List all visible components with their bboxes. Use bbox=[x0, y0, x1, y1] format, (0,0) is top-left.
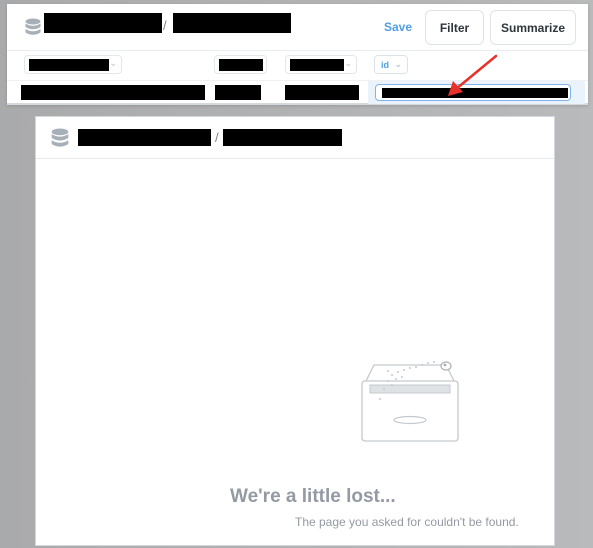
query-header: / Save Filter Summarize bbox=[7, 4, 588, 51]
save-button[interactable]: Save bbox=[384, 20, 412, 34]
error-message: The page you asked for couldn't be found… bbox=[295, 515, 519, 529]
database-icon bbox=[51, 128, 69, 147]
cell-redacted[interactable] bbox=[215, 85, 261, 100]
database-icon bbox=[25, 18, 41, 35]
empty-box-illustration bbox=[361, 361, 459, 442]
summarize-button[interactable]: Summarize bbox=[490, 10, 576, 45]
breadcrumb-separator: / bbox=[215, 130, 219, 145]
breadcrumb-separator: / bbox=[163, 18, 167, 33]
breadcrumb-table-name-redacted[interactable] bbox=[173, 13, 291, 33]
error-page-window: / We're a little lost... The page you as… bbox=[35, 116, 555, 546]
column-header-3[interactable]: ⌄ bbox=[285, 55, 357, 74]
column-header-1[interactable]: ⌄ bbox=[24, 55, 122, 74]
error-title: We're a little lost... bbox=[230, 486, 396, 507]
annotation-arrow bbox=[448, 54, 498, 96]
breadcrumb-table-name-redacted[interactable] bbox=[223, 129, 342, 146]
column-name-redacted bbox=[290, 59, 344, 71]
chevron-down-icon: ⌄ bbox=[394, 59, 402, 69]
chevron-down-icon: ⌄ bbox=[344, 58, 352, 68]
page-header: / bbox=[36, 117, 554, 159]
column-name-redacted bbox=[29, 59, 109, 71]
column-header-2[interactable] bbox=[214, 55, 267, 74]
chevron-down-icon: ⌄ bbox=[109, 58, 117, 68]
cell-redacted[interactable] bbox=[285, 85, 359, 100]
cell-redacted[interactable] bbox=[21, 85, 205, 100]
breadcrumb-database-name-redacted[interactable] bbox=[78, 129, 211, 146]
filter-button[interactable]: Filter bbox=[425, 10, 484, 45]
column-header-id[interactable]: id ⌄ bbox=[374, 55, 408, 74]
column-name-redacted bbox=[219, 59, 263, 71]
breadcrumb-database-name-redacted[interactable] bbox=[44, 13, 162, 33]
column-header-id-label: id bbox=[381, 60, 389, 70]
